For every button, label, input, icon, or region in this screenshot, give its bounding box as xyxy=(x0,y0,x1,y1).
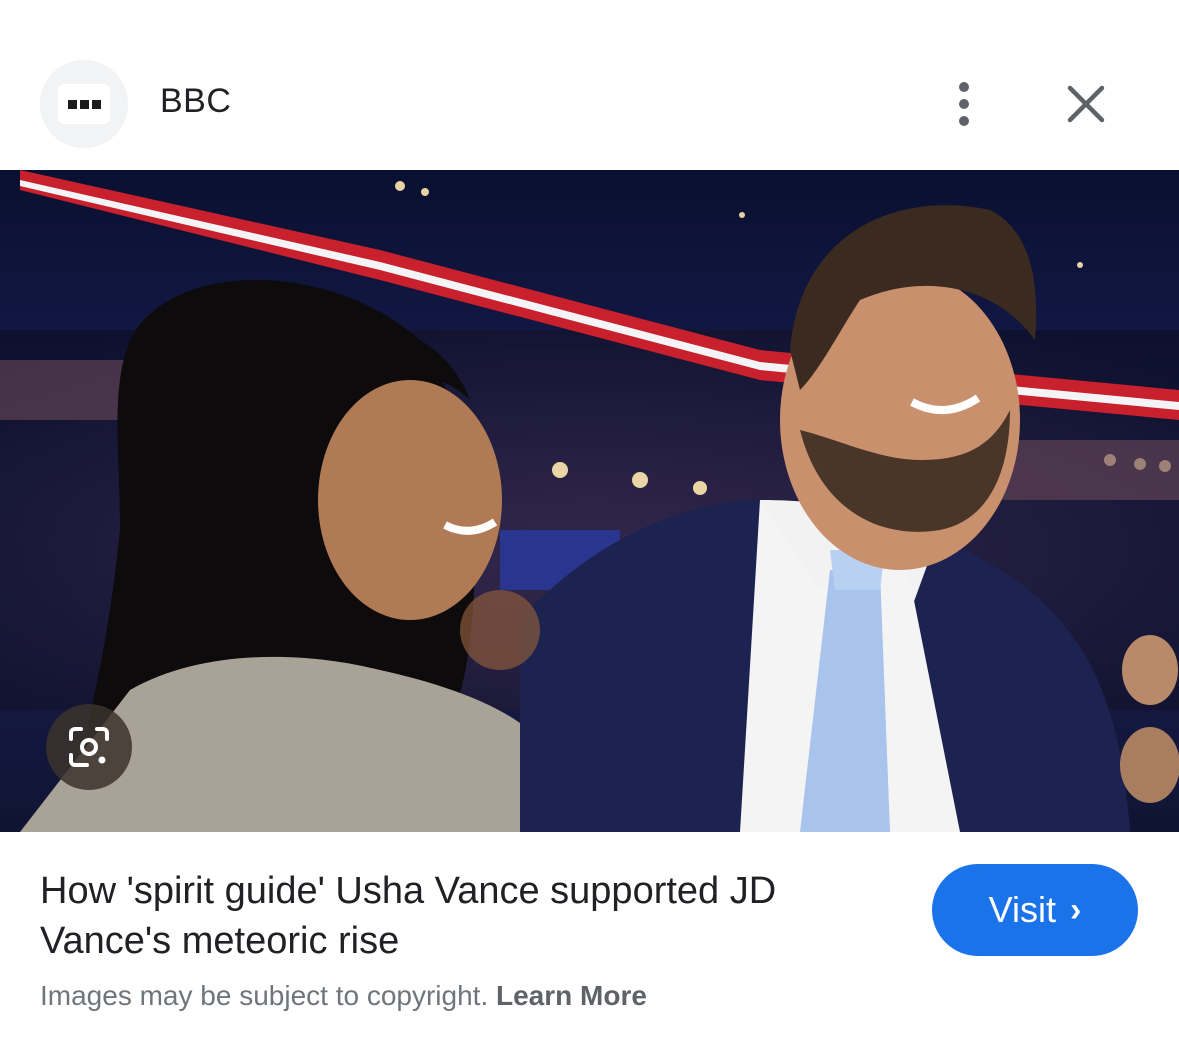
copyright-text: Images may be subject to copyright. xyxy=(40,980,489,1011)
google-lens-icon[interactable] xyxy=(46,704,132,790)
visit-button[interactable]: Visit › xyxy=(932,864,1138,956)
close-icon[interactable] xyxy=(1058,76,1114,132)
result-title[interactable]: How 'spirit guide' Usha Vance supported … xyxy=(40,866,900,966)
bbc-logo-icon xyxy=(58,84,110,124)
source-favicon xyxy=(40,60,128,148)
chevron-right-icon: › xyxy=(1070,891,1082,929)
preview-header: BBC xyxy=(0,0,1179,170)
learn-more-link[interactable]: Learn More xyxy=(496,980,647,1011)
preview-image[interactable] xyxy=(0,170,1179,832)
source-name[interactable]: BBC xyxy=(160,82,231,121)
visit-button-label: Visit xyxy=(988,889,1057,930)
copyright-notice: Images may be subject to copyright. Lear… xyxy=(40,980,647,1012)
more-vert-icon[interactable] xyxy=(940,80,988,128)
